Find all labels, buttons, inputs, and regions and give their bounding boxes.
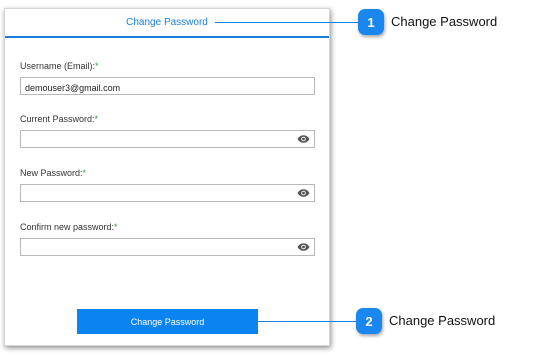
required-marker: * [114,222,118,232]
required-marker: * [95,61,99,71]
callout-badge-1: 1 [358,9,384,35]
confirm-password-input-box [20,238,315,257]
callout-badge-2: 2 [356,308,382,334]
username-input-box [20,77,315,96]
required-marker: * [82,168,87,178]
new-password-label: New Password:* [20,168,87,178]
new-password-field: New Password:* [20,168,315,203]
required-marker: * [94,114,99,124]
current-password-field: Current Password:* [20,114,315,149]
new-password-input-box [20,184,315,203]
new-password-input[interactable] [21,187,314,203]
confirm-password-field: Confirm new password:* [20,222,315,257]
change-password-card: Change Password Username (Email):* Curre… [4,8,330,346]
callout-connector [258,321,356,322]
callout-label-2: Change Password [389,313,496,328]
eye-icon[interactable] [297,242,310,252]
eye-icon[interactable] [297,188,310,198]
username-label: Username (Email):* [20,61,99,71]
username-field: Username (Email):* [20,61,315,96]
username-input[interactable] [21,80,314,96]
card-title: Change Password [126,17,208,28]
card-header: Change Password [5,9,329,38]
confirm-password-input[interactable] [21,241,314,257]
current-password-label: Current Password:* [20,114,99,124]
callout-label-1: Change Password [391,14,498,29]
change-password-button[interactable]: Change Password [77,309,258,334]
callout-connector [215,22,358,23]
eye-icon[interactable] [297,134,310,144]
confirm-password-label: Confirm new password:* [20,222,118,232]
current-password-input[interactable] [21,133,314,149]
current-password-input-box [20,130,315,149]
